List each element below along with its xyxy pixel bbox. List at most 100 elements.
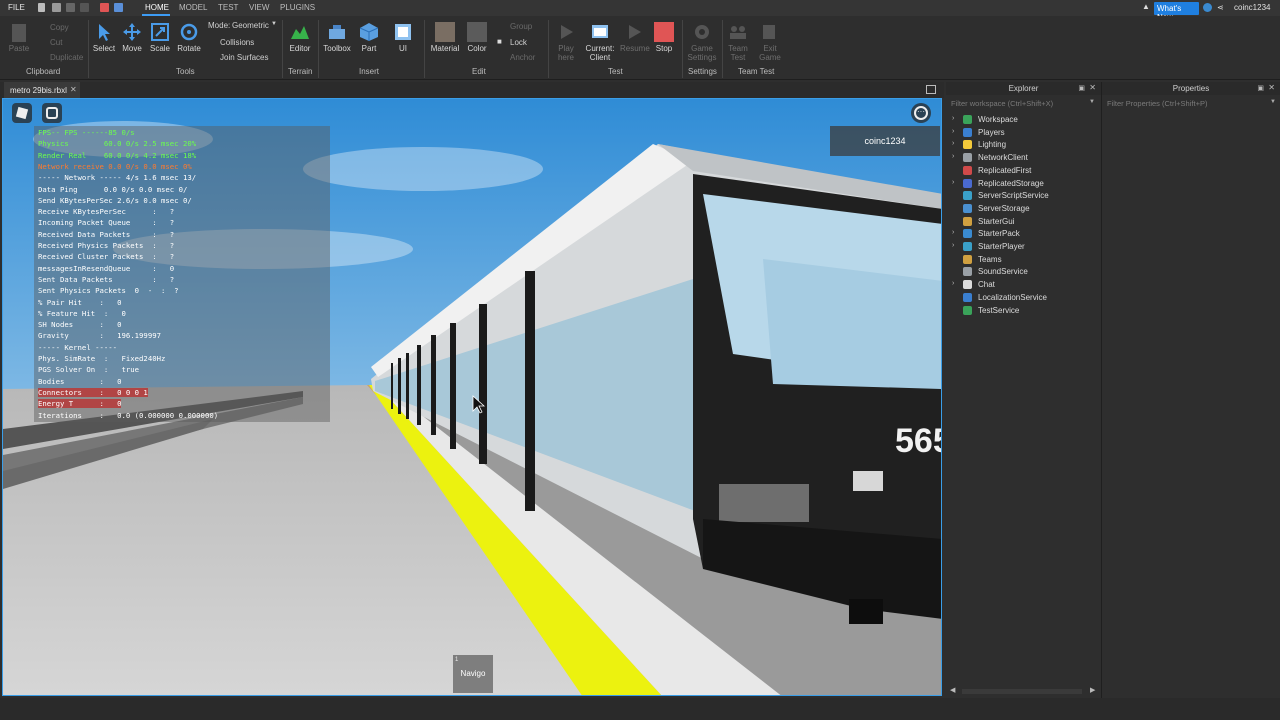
up-arrow-icon[interactable]: ▲: [1142, 2, 1150, 11]
terrain-editor-button[interactable]: Editor: [286, 22, 314, 53]
user-name[interactable]: coinc1234: [1234, 3, 1270, 12]
explorer-item-lighting[interactable]: › Lighting: [952, 139, 1100, 151]
resume-button[interactable]: Resume: [620, 22, 650, 53]
expand-arrow-icon[interactable]: ›: [952, 115, 954, 122]
mode-dropdown[interactable]: Geometric: [232, 21, 269, 30]
window-restore-icon[interactable]: [926, 85, 936, 94]
scroll-left-icon[interactable]: ◀: [950, 686, 955, 694]
explorer-item-starterpack[interactable]: › StarterPack: [952, 228, 1100, 240]
explorer-item-label: StarterPack: [978, 229, 1020, 239]
scroll-thumb[interactable]: [962, 689, 1082, 694]
explorer-item-players[interactable]: › Players: [952, 127, 1100, 139]
explorer-item-testservice[interactable]: TestService: [952, 305, 1100, 317]
stats-line: Phys. SimRate : Fixed240Hz: [38, 354, 166, 363]
more-options-button[interactable]: ···: [911, 103, 931, 123]
join-surfaces-toggle[interactable]: Join Surfaces: [220, 53, 268, 62]
explorer-item-replicatedfirst[interactable]: ReplicatedFirst: [952, 165, 1100, 177]
current-client-button[interactable]: Current: Client: [583, 22, 617, 62]
explorer-item-serverscriptservice[interactable]: ServerScriptService: [952, 190, 1100, 202]
expand-arrow-icon[interactable]: ›: [952, 280, 954, 287]
script-service-icon: [963, 191, 972, 201]
color-swatch-icon: [467, 22, 487, 42]
game-settings-button[interactable]: Game Settings: [686, 22, 718, 62]
share-icon[interactable]: ⋖: [1217, 3, 1224, 12]
chevron-down-icon[interactable]: ▼: [271, 21, 277, 27]
close-icon[interactable]: ✕: [1268, 83, 1275, 92]
tab-model[interactable]: MODEL: [179, 3, 207, 12]
copy-button[interactable]: Copy: [50, 23, 69, 32]
chevron-down-icon[interactable]: ▼: [1270, 99, 1276, 105]
redo-icon[interactable]: [80, 3, 89, 12]
explorer-item-teams[interactable]: Teams: [952, 254, 1100, 266]
select-button[interactable]: Select: [92, 22, 116, 53]
paste-label: Paste: [8, 44, 30, 53]
paste-button[interactable]: Paste: [6, 24, 32, 53]
scroll-right-icon[interactable]: ▶: [1090, 686, 1095, 694]
undo-icon[interactable]: [66, 3, 75, 12]
color-button[interactable]: Color: [464, 22, 490, 53]
expand-arrow-icon[interactable]: ›: [952, 242, 954, 249]
stop-icon[interactable]: [100, 3, 109, 12]
explorer-item-localizationservice[interactable]: LocalizationService: [952, 292, 1100, 304]
tab-test[interactable]: TEST: [218, 3, 238, 12]
ui-button[interactable]: UI: [390, 22, 416, 53]
document-tab[interactable]: metro 29bis.rbxl ✕: [4, 82, 80, 98]
team-test-button[interactable]: Team Test: [724, 22, 752, 62]
close-icon[interactable]: ✕: [1089, 83, 1096, 92]
help-icon[interactable]: [1203, 3, 1212, 12]
toolbox-button[interactable]: Toolbox: [322, 22, 352, 53]
expand-arrow-icon[interactable]: ›: [952, 128, 954, 135]
explorer-item-workspace[interactable]: › Workspace: [952, 114, 1100, 126]
clipboard-icon: [12, 24, 26, 42]
material-label: Material: [430, 44, 460, 53]
explorer-item-replicatedstorage[interactable]: › ReplicatedStorage: [952, 178, 1100, 190]
tab-plugins[interactable]: PLUGINS: [280, 3, 315, 12]
chat-toggle-button[interactable]: [42, 103, 62, 123]
expand-arrow-icon[interactable]: ›: [952, 229, 954, 236]
divider: [682, 20, 683, 78]
stop-button[interactable]: Stop: [652, 22, 676, 53]
scale-button[interactable]: Scale: [148, 22, 172, 53]
scale-label: Scale: [149, 44, 170, 53]
part-button[interactable]: Part: [356, 22, 382, 53]
toolbox-label: Toolbox: [323, 44, 351, 53]
pin-icon[interactable]: ▣: [1257, 84, 1264, 92]
material-button[interactable]: Material: [428, 22, 462, 53]
exit-game-button[interactable]: Exit Game: [756, 22, 784, 62]
tab-home[interactable]: HOME: [145, 3, 169, 12]
properties-filter-input[interactable]: Filter Properties (Ctrl+Shift+P): [1104, 97, 1276, 109]
navigo-tool-button[interactable]: 1 Navigo: [453, 655, 493, 693]
expand-arrow-icon[interactable]: ›: [952, 179, 954, 186]
cut-button[interactable]: Cut: [50, 38, 62, 47]
rotate-button[interactable]: Rotate: [176, 22, 202, 53]
group-button[interactable]: Group: [510, 22, 532, 31]
expand-arrow-icon[interactable]: ›: [952, 140, 954, 147]
game-viewport[interactable]: 565 ··· FPS-- FPS ------85 0/s Physics 60…: [2, 98, 942, 696]
explorer-item-chat[interactable]: › Chat: [952, 279, 1100, 291]
pin-icon[interactable]: ▣: [1078, 84, 1085, 92]
anchor-button[interactable]: Anchor: [510, 53, 535, 62]
collisions-toggle[interactable]: Collisions: [220, 38, 254, 47]
chevron-down-icon[interactable]: ▼: [1089, 99, 1095, 105]
explorer-item-soundservice[interactable]: SoundService: [952, 266, 1100, 278]
controller-icon[interactable]: [114, 3, 123, 12]
explorer-item-starterplayer[interactable]: › StarterPlayer: [952, 241, 1100, 253]
roblox-menu-button[interactable]: [12, 103, 32, 123]
duplicate-button[interactable]: Duplicate: [50, 53, 83, 62]
file-menu[interactable]: FILE: [8, 3, 25, 12]
explorer-filter-input[interactable]: Filter workspace (Ctrl+Shift+X): [948, 97, 1097, 109]
save-icon[interactable]: [52, 3, 61, 12]
explorer-horizontal-scrollbar[interactable]: ◀ ▶: [948, 686, 1098, 696]
lock-button[interactable]: Lock: [510, 38, 527, 47]
move-button[interactable]: Move: [120, 22, 144, 53]
new-file-icon[interactable]: [38, 3, 45, 12]
tab-view[interactable]: VIEW: [249, 3, 269, 12]
expand-arrow-icon[interactable]: ›: [952, 153, 954, 160]
play-here-button[interactable]: Play here: [553, 22, 579, 62]
stats-line: Receive KBytesPerSec : ?: [38, 207, 175, 217]
explorer-item-networkclient[interactable]: › NetworkClient: [952, 152, 1100, 164]
explorer-item-serverstorage[interactable]: ServerStorage: [952, 203, 1100, 215]
explorer-item-startergui[interactable]: StarterGui: [952, 216, 1100, 228]
close-icon[interactable]: ✕: [70, 85, 77, 94]
whats-new-button[interactable]: What's New: [1154, 2, 1199, 22]
